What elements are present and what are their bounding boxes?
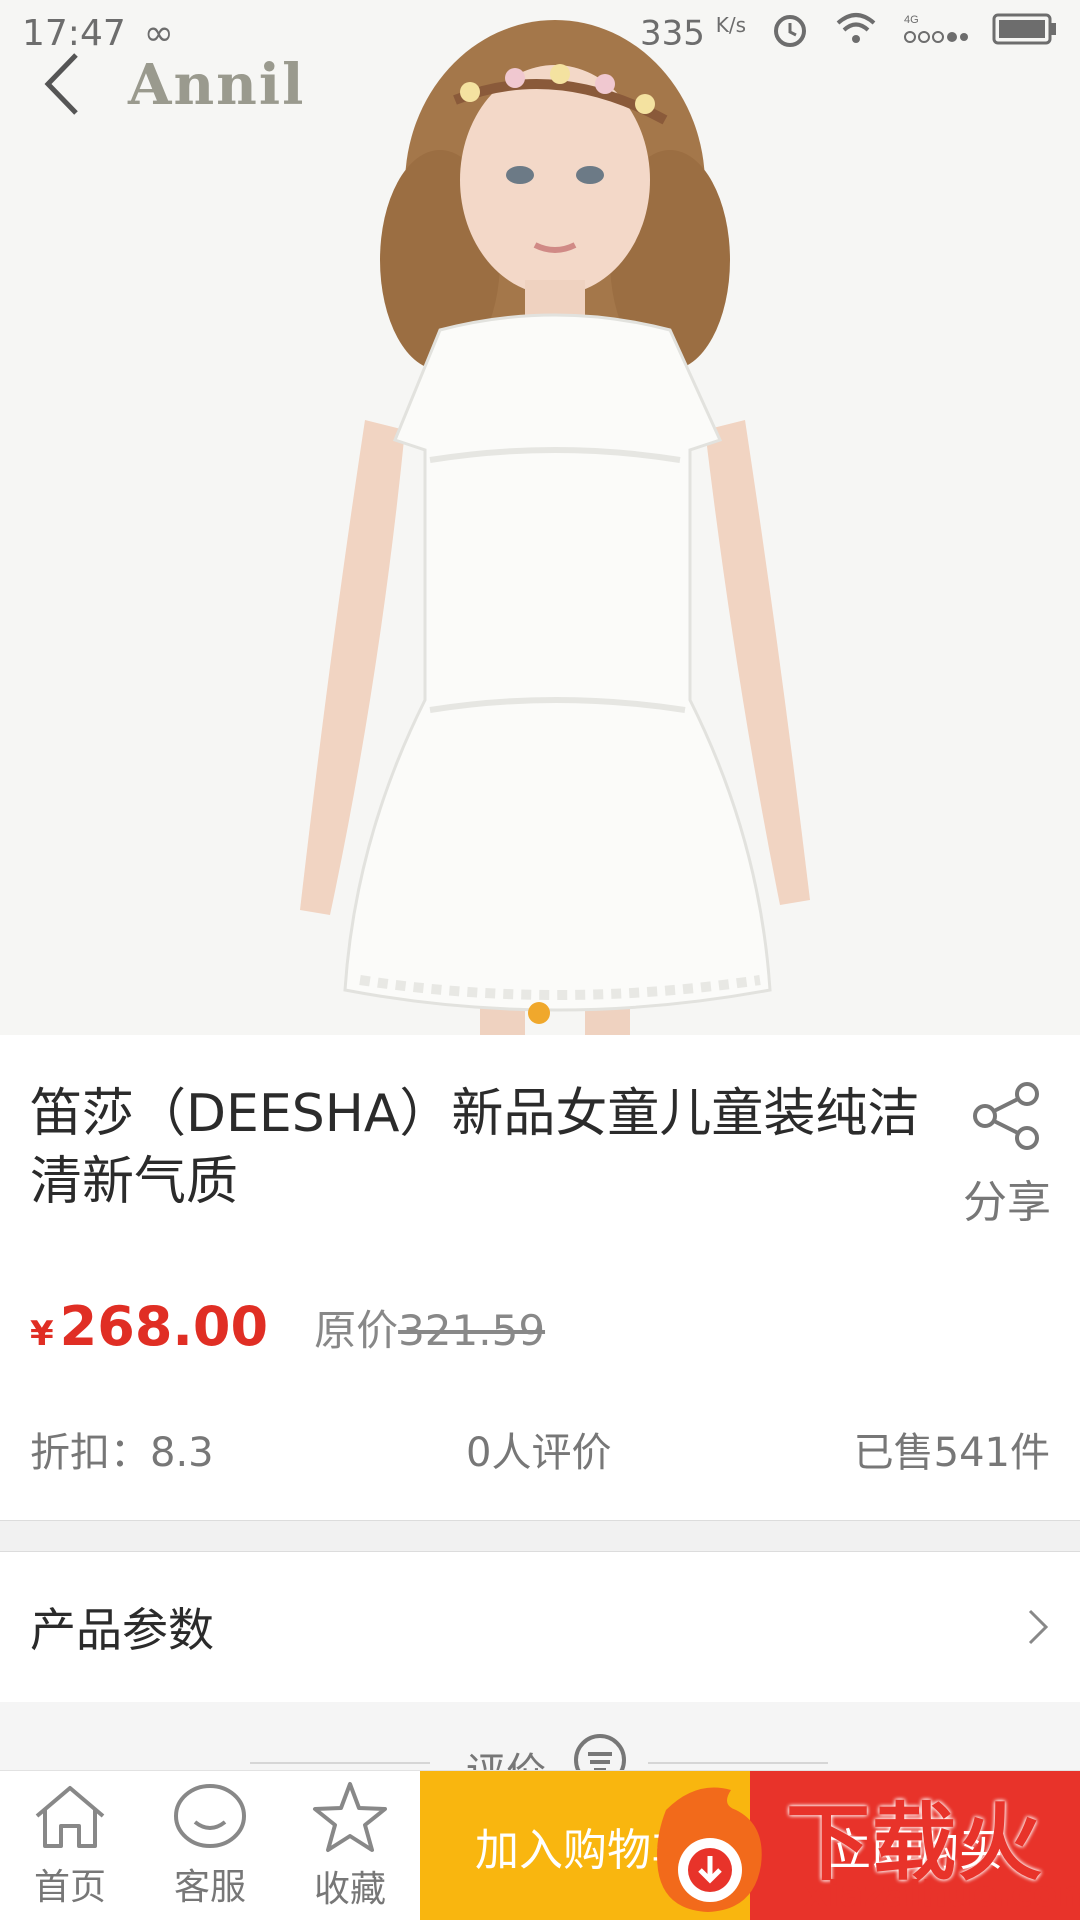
nav-service-label: 客服 <box>173 1867 246 1908</box>
home-icon <box>35 1786 105 1848</box>
star-icon <box>313 1782 387 1852</box>
nav-service[interactable]: 客服 <box>140 1771 280 1920</box>
brand-logo: Annil <box>128 52 306 118</box>
nav-home-label: 首页 <box>33 1867 106 1908</box>
alarm-icon <box>770 9 810 58</box>
bottom-action-bar: 首页 客服 收藏 加入购物车 立即购买 <box>0 1770 1080 1920</box>
share-icon <box>973 1082 1039 1150</box>
product-params-label: 产品参数 <box>30 1603 214 1657</box>
review-count: 0人评价 <box>466 1430 612 1476</box>
share-button[interactable]: 分享 <box>952 1080 1062 1240</box>
carousel-indicator-dot <box>528 1002 550 1024</box>
product-image-carousel[interactable] <box>0 0 1080 1035</box>
price-row: ¥ 268.00 原价 321.59 <box>30 1295 545 1365</box>
nav-favorite[interactable]: 收藏 <box>280 1771 420 1920</box>
product-params-row[interactable]: 产品参数 <box>0 1552 1080 1702</box>
chevron-left-icon <box>44 53 78 115</box>
chevron-right-icon <box>1028 1609 1049 1645</box>
net-speed-unit: K/s <box>715 12 746 37</box>
sold-count: 已售541件 <box>853 1430 1050 1476</box>
nav-favorite-label: 收藏 <box>313 1869 386 1910</box>
product-meta-row: 折扣：8.3 0人评价 已售541件 <box>30 1420 1050 1480</box>
review-divider-right <box>648 1762 828 1764</box>
product-photo <box>0 0 1080 1035</box>
buy-now-button[interactable]: 立即购买 <box>750 1771 1080 1920</box>
back-button[interactable] <box>32 48 92 120</box>
discount-text: 折扣：8.3 <box>30 1430 214 1476</box>
current-price: 268.00 <box>59 1295 269 1358</box>
review-divider-left <box>250 1762 430 1764</box>
wifi-icon <box>834 11 878 56</box>
network-type: 4G <box>904 14 919 26</box>
infinity-icon: ∞ <box>143 12 174 54</box>
signal-icon: 4G <box>902 11 968 56</box>
product-title: 笛莎（DEESHA）新品女童儿童装纯洁清新气质 <box>30 1084 920 1212</box>
battery-icon <box>992 11 1058 56</box>
original-price-label: 原价 <box>314 1306 399 1355</box>
currency-symbol: ¥ <box>30 1314 54 1354</box>
review-section-header: 评价 <box>0 1702 1080 1796</box>
nav-home[interactable]: 首页 <box>0 1771 140 1920</box>
chat-icon <box>174 1784 246 1848</box>
original-price: 321.59 <box>398 1306 546 1355</box>
add-to-cart-button[interactable]: 加入购物车 <box>420 1771 750 1920</box>
section-divider <box>0 1520 1080 1552</box>
product-title-row: 笛莎（DEESHA）新品女童儿童装纯洁清新气质 分享 <box>0 1060 1080 1260</box>
net-speed: 335 K/s <box>640 12 746 54</box>
share-label: 分享 <box>963 1177 1051 1228</box>
